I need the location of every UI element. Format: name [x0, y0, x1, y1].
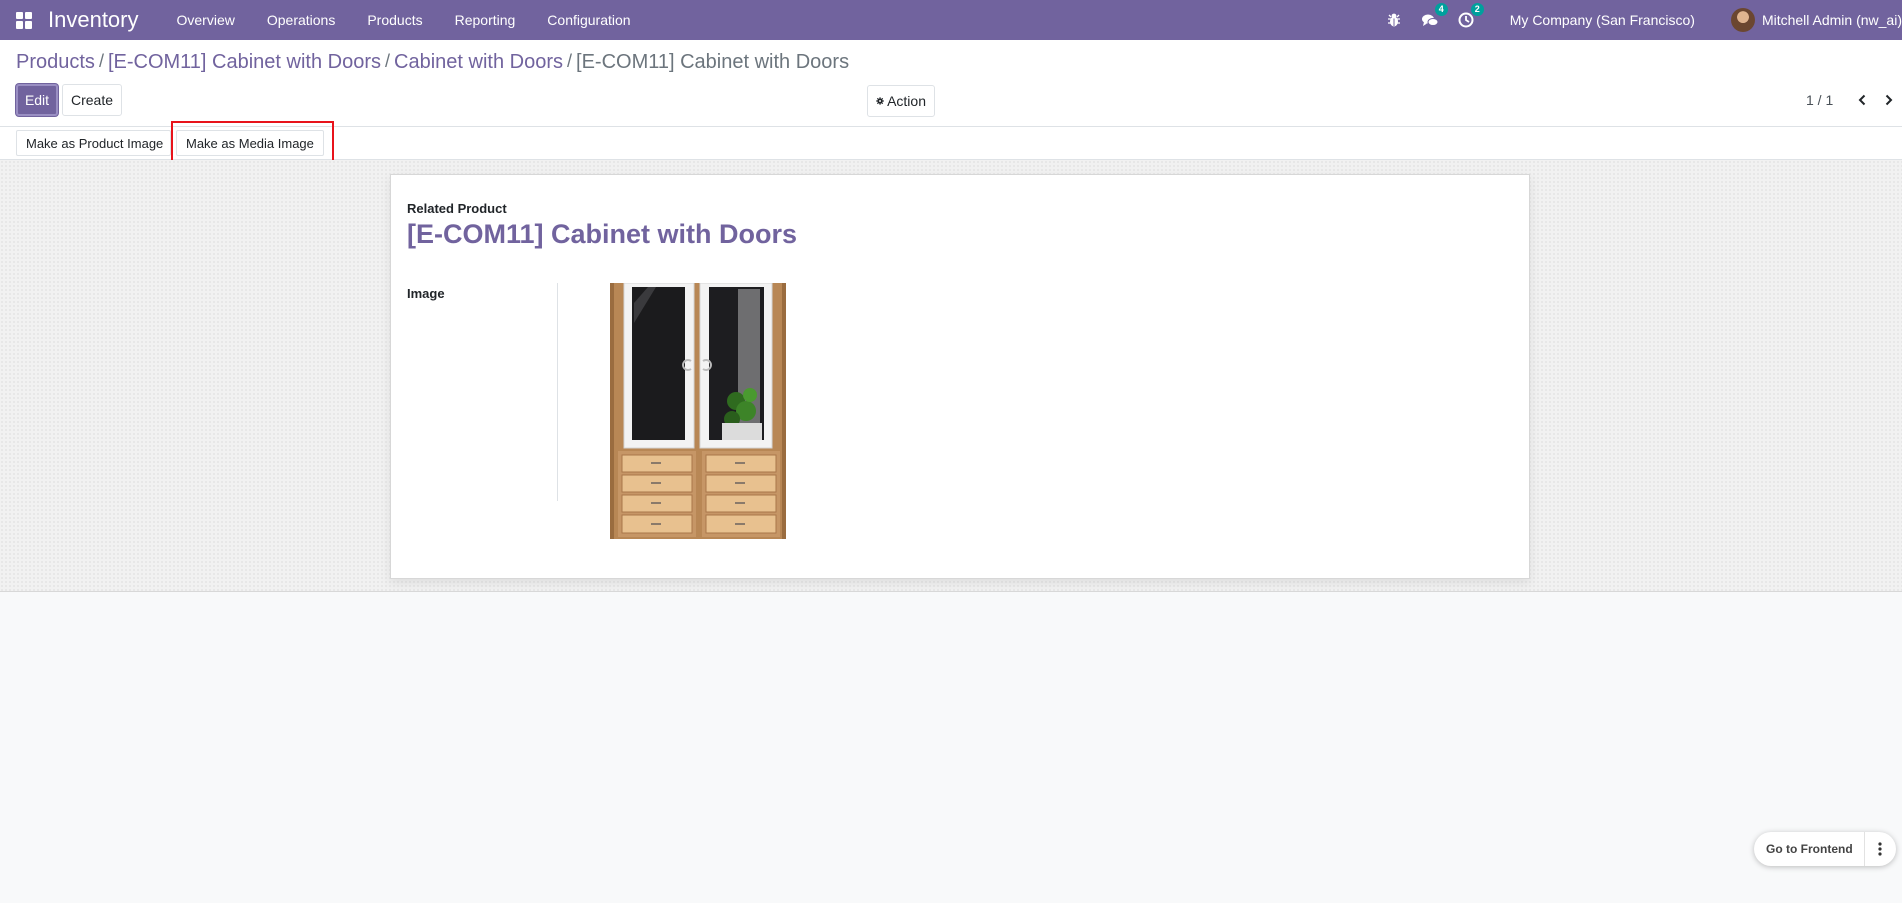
breadcrumb-separator: /: [98, 51, 104, 71]
breadcrumb-current: [E-COM11] Cabinet with Doors: [576, 51, 850, 73]
breadcrumb-separator: /: [385, 51, 391, 71]
breadcrumb-product-template[interactable]: Cabinet with Doors: [394, 51, 563, 74]
chevron-right-icon[interactable]: [1882, 91, 1896, 109]
menu-products[interactable]: Products: [351, 0, 438, 40]
product-image[interactable]: [608, 283, 788, 539]
breadcrumb: Products / [E-COM11] Cabinet with Doors …: [16, 51, 849, 74]
app-name[interactable]: Inventory: [48, 7, 139, 33]
make-media-image-button[interactable]: Make as Media Image: [176, 130, 324, 156]
frontend-switcher: Go to Frontend: [1754, 832, 1896, 866]
breadcrumb-separator: /: [567, 51, 573, 71]
clock-icon[interactable]: 2: [1457, 3, 1484, 29]
related-product-label: Related Product: [407, 201, 507, 216]
pager-value[interactable]: 1 / 1: [1806, 92, 1833, 108]
action-button-label: Action: [887, 93, 926, 109]
image-label: Image: [407, 286, 445, 301]
messages-badge: 4: [1434, 3, 1448, 16]
field-divider: [557, 283, 558, 501]
edit-button[interactable]: Edit: [16, 84, 58, 116]
navbar-systray: 4 2 My Company (San Francisco) Mitchell …: [1376, 0, 1902, 40]
form-sheet: Related Product [E-COM11] Cabinet with D…: [390, 174, 1530, 579]
go-to-frontend-button[interactable]: Go to Frontend: [1754, 832, 1865, 866]
breadcrumb-product-variant[interactable]: [E-COM11] Cabinet with Doors: [108, 51, 381, 74]
bug-icon[interactable]: [1385, 11, 1403, 29]
user-menu[interactable]: Mitchell Admin (nw_ai): [1762, 12, 1902, 28]
menu-overview[interactable]: Overview: [161, 0, 251, 40]
product-name[interactable]: [E-COM11] Cabinet with Doors: [407, 219, 797, 250]
top-navbar: Inventory Overview Operations Products R…: [0, 0, 1902, 40]
menu-configuration[interactable]: Configuration: [531, 0, 646, 40]
company-switcher[interactable]: My Company (San Francisco): [1510, 12, 1695, 28]
create-button[interactable]: Create: [62, 84, 122, 116]
make-product-image-button[interactable]: Make as Product Image: [16, 130, 171, 156]
apps-grid-icon[interactable]: [16, 11, 33, 29]
form-view-background: Related Product [E-COM11] Cabinet with D…: [0, 160, 1902, 592]
control-panel: Products / [E-COM11] Cabinet with Doors …: [0, 40, 1902, 127]
avatar[interactable]: [1730, 8, 1755, 32]
menu-operations[interactable]: Operations: [251, 0, 351, 40]
vertical-dots-icon[interactable]: [1865, 832, 1896, 866]
menu-reporting[interactable]: Reporting: [439, 0, 532, 40]
chat-bubbles-icon[interactable]: 4: [1421, 3, 1448, 29]
form-status-bar: Make as Product Image Make as Media Imag…: [0, 127, 1902, 160]
chevron-left-icon[interactable]: [1855, 91, 1869, 109]
action-button[interactable]: Action: [867, 85, 935, 117]
activities-badge: 2: [1470, 3, 1484, 16]
breadcrumb-products[interactable]: Products: [16, 51, 95, 74]
gear-icon: [876, 97, 884, 105]
